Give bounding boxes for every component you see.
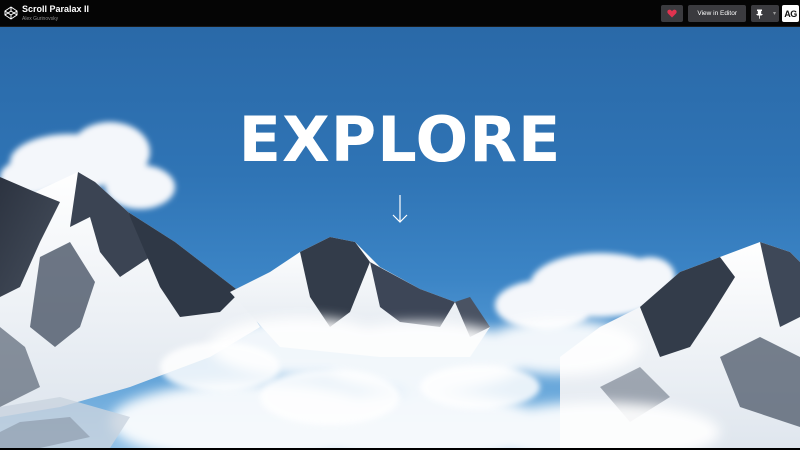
hero-section: EXPLORE [0, 27, 800, 448]
top-bar: Scroll Paralax II Alex Gurinovsky View i… [0, 0, 800, 27]
arrow-down-icon[interactable] [391, 194, 409, 224]
view-in-editor-button[interactable]: View in Editor [688, 5, 746, 22]
hero-headline: EXPLORE [238, 103, 562, 176]
love-button[interactable] [661, 5, 684, 22]
pin-icon [756, 9, 763, 19]
pin-button[interactable]: ▾ [751, 5, 779, 22]
action-bar: View in Editor ▾ AG [661, 0, 800, 27]
pen-titles: Scroll Paralax II Alex Gurinovsky [22, 4, 89, 22]
codepen-logo-icon[interactable] [3, 5, 19, 21]
heart-icon [667, 9, 678, 18]
chevron-down-icon: ▾ [772, 11, 776, 17]
pen-author[interactable]: Alex Gurinovsky [22, 16, 89, 22]
mountain-scene-image [0, 122, 800, 448]
pen-title[interactable]: Scroll Paralax II [22, 4, 89, 14]
user-avatar[interactable]: AG [782, 5, 799, 22]
